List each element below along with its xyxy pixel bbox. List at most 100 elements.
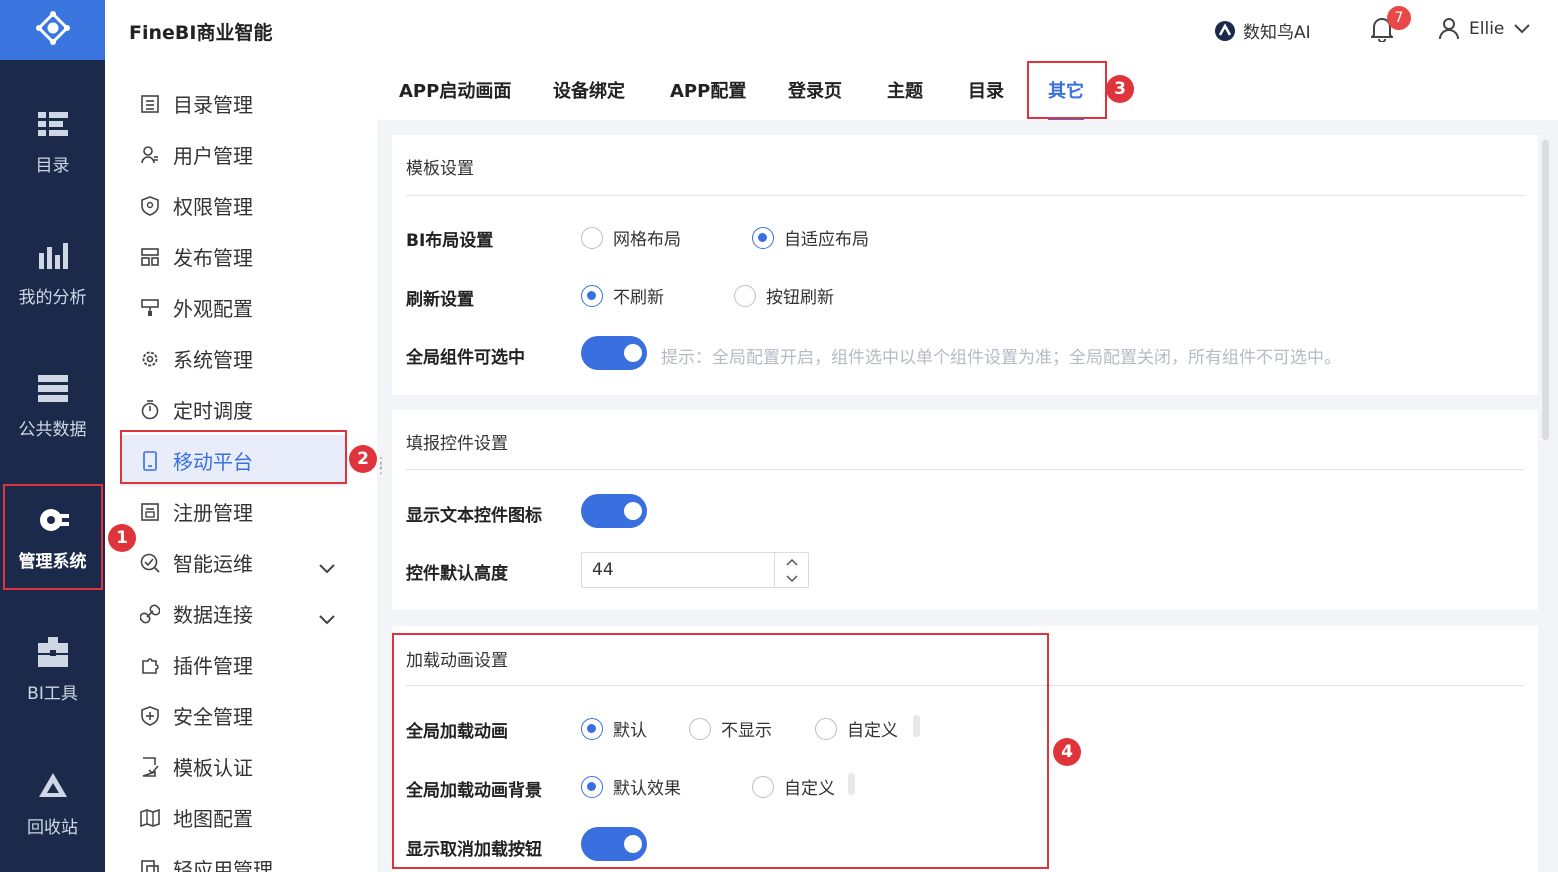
submenu-label: 外观配置 bbox=[173, 297, 253, 321]
submenu-item-map[interactable]: 地图配置 bbox=[121, 792, 347, 843]
selectable-toggle[interactable] bbox=[581, 336, 647, 370]
annotation-marker-2: 2 bbox=[349, 445, 377, 473]
link-icon bbox=[139, 603, 161, 625]
timer-icon bbox=[139, 399, 161, 421]
tab-catalog[interactable]: 目录 bbox=[968, 60, 1004, 120]
default-height-value[interactable]: 44 bbox=[582, 553, 774, 587]
nav-my-analysis[interactable]: 我的分析 bbox=[0, 220, 105, 326]
ai-assistant-button[interactable]: 数知鸟AI bbox=[1213, 18, 1311, 43]
radio-no-refresh[interactable]: 不刷新 bbox=[581, 283, 664, 308]
cert-icon bbox=[139, 756, 161, 778]
submenu-label: 权限管理 bbox=[173, 195, 253, 219]
submenu-item-light-app[interactable]: 轻应用管理 bbox=[121, 843, 347, 872]
default-height-stepper[interactable]: 44 bbox=[581, 552, 809, 588]
register-icon bbox=[139, 501, 161, 523]
submenu-item-register[interactable]: 注册管理 bbox=[121, 486, 347, 537]
submenu-item-security[interactable]: 安全管理 bbox=[121, 690, 347, 741]
nav-public-data[interactable]: 公共数据 bbox=[0, 352, 105, 458]
submenu-item-permissions[interactable]: 权限管理 bbox=[121, 180, 347, 231]
bi-layout-label: BI布局设置 bbox=[406, 231, 494, 251]
catalog-icon bbox=[36, 107, 70, 141]
nav-catalog[interactable]: 目录 bbox=[0, 88, 105, 194]
security-icon bbox=[139, 705, 161, 727]
ai-bird-icon bbox=[1215, 20, 1235, 41]
notification-badge: 7 bbox=[1387, 6, 1411, 30]
refresh-label: 刷新设置 bbox=[406, 290, 474, 310]
radio-dot bbox=[734, 284, 756, 307]
toolbox-icon bbox=[36, 635, 70, 669]
user-icon bbox=[139, 144, 161, 166]
tab-bar: APP启动画面 设备绑定 APP配置 登录页 主题 目录 其它 bbox=[377, 60, 1558, 120]
chevron-up-icon[interactable] bbox=[775, 553, 808, 570]
submenu-item-ops[interactable]: 智能运维 bbox=[121, 537, 347, 588]
submenu-item-publish[interactable]: 发布管理 bbox=[121, 231, 347, 282]
submenu-label: 安全管理 bbox=[173, 705, 253, 729]
submenu-label: 注册管理 bbox=[173, 501, 253, 525]
map-icon bbox=[139, 807, 161, 829]
app-title: FineBI商业智能 bbox=[129, 22, 273, 44]
nav-recycle-bin[interactable]: 回收站 bbox=[0, 750, 105, 856]
logo[interactable] bbox=[0, 0, 105, 60]
submenu-item-data-connection[interactable]: 数据连接 bbox=[121, 588, 347, 639]
nav-bi-tools[interactable]: BI工具 bbox=[0, 616, 105, 722]
submenu-label: 模板认证 bbox=[173, 756, 253, 780]
radio-dot bbox=[752, 226, 774, 249]
chevron-down-icon[interactable] bbox=[319, 606, 335, 630]
brush-icon bbox=[139, 297, 161, 319]
chevron-down-icon[interactable] bbox=[319, 555, 335, 579]
submenu-item-schedule[interactable]: 定时调度 bbox=[121, 384, 347, 435]
radio-grid-layout[interactable]: 网格布局 bbox=[581, 225, 681, 250]
radio-label: 网格布局 bbox=[613, 230, 681, 250]
submenu-item-users[interactable]: 用户管理 bbox=[121, 129, 347, 180]
tab-login-page[interactable]: 登录页 bbox=[788, 60, 842, 120]
nav-label: 我的分析 bbox=[18, 287, 87, 308]
annotation-marker-1: 1 bbox=[108, 524, 136, 552]
submenu-item-catalog[interactable]: 目录管理 bbox=[121, 78, 347, 129]
annotation-box-3 bbox=[1027, 61, 1107, 119]
default-height-label: 控件默认高度 bbox=[406, 564, 508, 584]
logo-icon bbox=[35, 11, 70, 45]
public-data-icon bbox=[36, 371, 70, 405]
annotation-box-1 bbox=[3, 484, 103, 590]
scrollbar[interactable] bbox=[1542, 140, 1549, 440]
ops-icon bbox=[139, 552, 161, 574]
list-icon bbox=[139, 93, 161, 115]
submenu-item-template-cert[interactable]: 模板认证 bbox=[121, 741, 347, 792]
radio-adaptive-layout[interactable]: 自适应布局 bbox=[752, 225, 869, 250]
annotation-marker-4: 4 bbox=[1053, 738, 1081, 766]
radio-dot bbox=[581, 226, 603, 249]
panel-title: 填报控件设置 bbox=[406, 434, 508, 454]
app-icon bbox=[139, 858, 161, 872]
nav-label: 目录 bbox=[35, 155, 70, 176]
chevron-down-icon[interactable] bbox=[775, 570, 808, 587]
submenu-label: 地图配置 bbox=[173, 807, 253, 831]
user-icon bbox=[1439, 18, 1459, 40]
panel-title: 模板设置 bbox=[406, 159, 474, 179]
fill-settings-panel: 填报控件设置 显示文本控件图标 控件默认高度 44 bbox=[392, 410, 1538, 610]
submenu-item-appearance[interactable]: 外观配置 bbox=[121, 282, 347, 333]
user-menu[interactable]: Ellie bbox=[1439, 18, 1531, 40]
radio-dot bbox=[581, 284, 603, 307]
divider bbox=[406, 195, 1524, 196]
submenu-label: 数据连接 bbox=[173, 603, 253, 627]
nav-label: 回收站 bbox=[27, 817, 78, 838]
tab-app-config[interactable]: APP配置 bbox=[670, 60, 746, 120]
annotation-marker-3: 3 bbox=[1106, 75, 1134, 103]
tab-device-binding[interactable]: 设备绑定 bbox=[553, 60, 625, 120]
tab-theme[interactable]: 主题 bbox=[887, 60, 923, 120]
submenu-item-plugins[interactable]: 插件管理 bbox=[121, 639, 347, 690]
recycle-bin-icon bbox=[36, 769, 70, 803]
selectable-label: 全局组件可选中 bbox=[406, 348, 525, 368]
submenu-label: 智能运维 bbox=[173, 552, 253, 576]
show-icon-label: 显示文本控件图标 bbox=[406, 506, 542, 526]
tab-app-splash[interactable]: APP启动画面 bbox=[399, 60, 511, 120]
show-icon-toggle[interactable] bbox=[581, 494, 647, 528]
submenu-item-system[interactable]: 系统管理 bbox=[121, 333, 347, 384]
submenu-label: 轻应用管理 bbox=[173, 858, 273, 872]
submenu-label: 系统管理 bbox=[173, 348, 253, 372]
radio-button-refresh[interactable]: 按钮刷新 bbox=[734, 283, 834, 308]
submenu-label: 目录管理 bbox=[173, 93, 253, 117]
submenu-label: 定时调度 bbox=[173, 399, 253, 423]
top-bar: FineBI商业智能 数知鸟AI 7 Ellie bbox=[105, 0, 1558, 60]
annotation-box-4 bbox=[392, 633, 1049, 869]
